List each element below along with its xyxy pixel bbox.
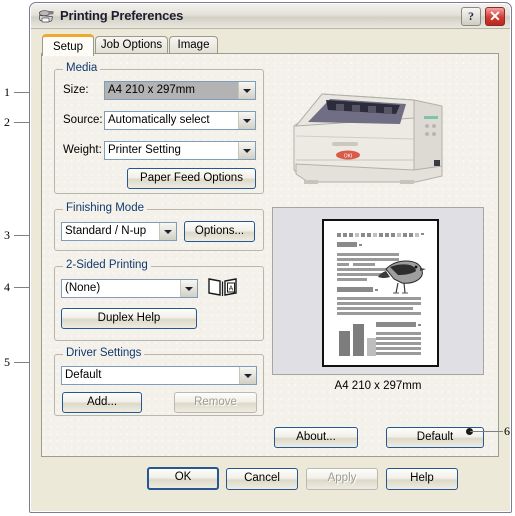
chevron-down-icon[interactable]: [238, 82, 255, 99]
finishing-mode-value: Standard / N-up: [65, 225, 147, 237]
finishing-mode-group-label: Finishing Mode: [63, 202, 147, 214]
preview-page: [322, 219, 439, 367]
svg-text:OKI: OKI: [344, 154, 353, 160]
finishing-mode-group: Finishing Mode Standard / N-up Options..…: [54, 202, 264, 251]
cancel-button[interactable]: Cancel: [226, 468, 298, 490]
callout-number-2: 2: [4, 115, 10, 129]
tab-setup[interactable]: Setup: [42, 34, 94, 56]
help-question-icon: ?: [468, 9, 474, 23]
chevron-down-icon[interactable]: [180, 280, 197, 297]
callout-number-5: 5: [4, 355, 10, 369]
media-source-combo[interactable]: Automatically select: [104, 111, 256, 130]
paper-feed-options-button[interactable]: Paper Feed Options: [127, 168, 256, 189]
media-group: Media Size: A4 210 x 297mm Source: Autom…: [54, 62, 264, 194]
media-source-value: Automatically select: [108, 114, 210, 126]
media-size-label: Size:: [63, 84, 89, 96]
callout-line-6: [470, 431, 503, 432]
driver-settings-combo[interactable]: Default: [61, 366, 257, 385]
about-button[interactable]: About...: [274, 427, 358, 448]
ok-button[interactable]: OK: [147, 467, 219, 490]
chevron-down-icon[interactable]: [159, 223, 176, 240]
window-title: Printing Preferences: [60, 8, 184, 23]
two-sided-combo[interactable]: (None): [61, 279, 198, 298]
callout-number-4: 4: [4, 280, 10, 294]
preview-caption: A4 210 x 297mm: [334, 380, 422, 392]
callout-number-1: 1: [4, 85, 10, 99]
media-size-value: A4 210 x 297mm: [108, 84, 195, 96]
help-button[interactable]: Help: [386, 468, 458, 490]
media-weight-value: Printer Setting: [108, 144, 181, 156]
finishing-options-button[interactable]: Options...: [184, 221, 255, 242]
close-icon: ✕: [489, 8, 501, 24]
printer-illustration: OKI: [274, 60, 484, 200]
duplex-help-button[interactable]: Duplex Help: [61, 308, 197, 329]
media-size-combo[interactable]: A4 210 x 297mm: [104, 81, 256, 100]
duplex-book-icon[interactable]: A: [207, 276, 238, 298]
media-weight-label: Weight:: [63, 144, 102, 156]
apply-button: Apply: [306, 468, 378, 490]
chevron-down-icon[interactable]: [238, 112, 255, 129]
media-group-label: Media: [63, 62, 101, 74]
two-sided-group-label: 2-Sided Printing: [63, 259, 151, 271]
screenshot-root: 1 2 3 4 5 Printing Preferences ? ✕ Setup…: [0, 0, 515, 516]
driver-settings-remove-button: Remove: [174, 392, 257, 413]
close-button[interactable]: ✕: [485, 7, 505, 26]
two-sided-printing-group: 2-Sided Printing (None) A Duplex Help: [54, 259, 264, 341]
book-icon-letter: A: [229, 286, 234, 293]
printer-icon: [38, 10, 54, 23]
printing-preferences-dialog: Printing Preferences ? ✕ Setup Job Optio…: [29, 2, 512, 513]
media-source-label: Source:: [63, 114, 103, 126]
title-bar[interactable]: Printing Preferences ? ✕: [31, 4, 510, 29]
chevron-down-icon[interactable]: [239, 367, 256, 384]
driver-settings-value: Default: [65, 369, 102, 381]
callout-number-6: 6: [504, 424, 510, 438]
two-sided-value: (None): [65, 282, 101, 294]
print-preview-panel: [272, 207, 484, 375]
callout-number-3: 3: [4, 228, 10, 242]
media-weight-combo[interactable]: Printer Setting: [104, 141, 256, 160]
driver-settings-add-button[interactable]: Add...: [62, 392, 142, 413]
finishing-mode-combo[interactable]: Standard / N-up: [61, 222, 177, 241]
driver-settings-group: Driver Settings Default Add... Remove: [54, 347, 264, 416]
setup-panel: Media Size: A4 210 x 297mm Source: Autom…: [41, 53, 499, 457]
chevron-down-icon[interactable]: [238, 142, 255, 159]
driver-settings-group-label: Driver Settings: [63, 347, 145, 359]
help-titlebar-button[interactable]: ?: [461, 7, 481, 26]
